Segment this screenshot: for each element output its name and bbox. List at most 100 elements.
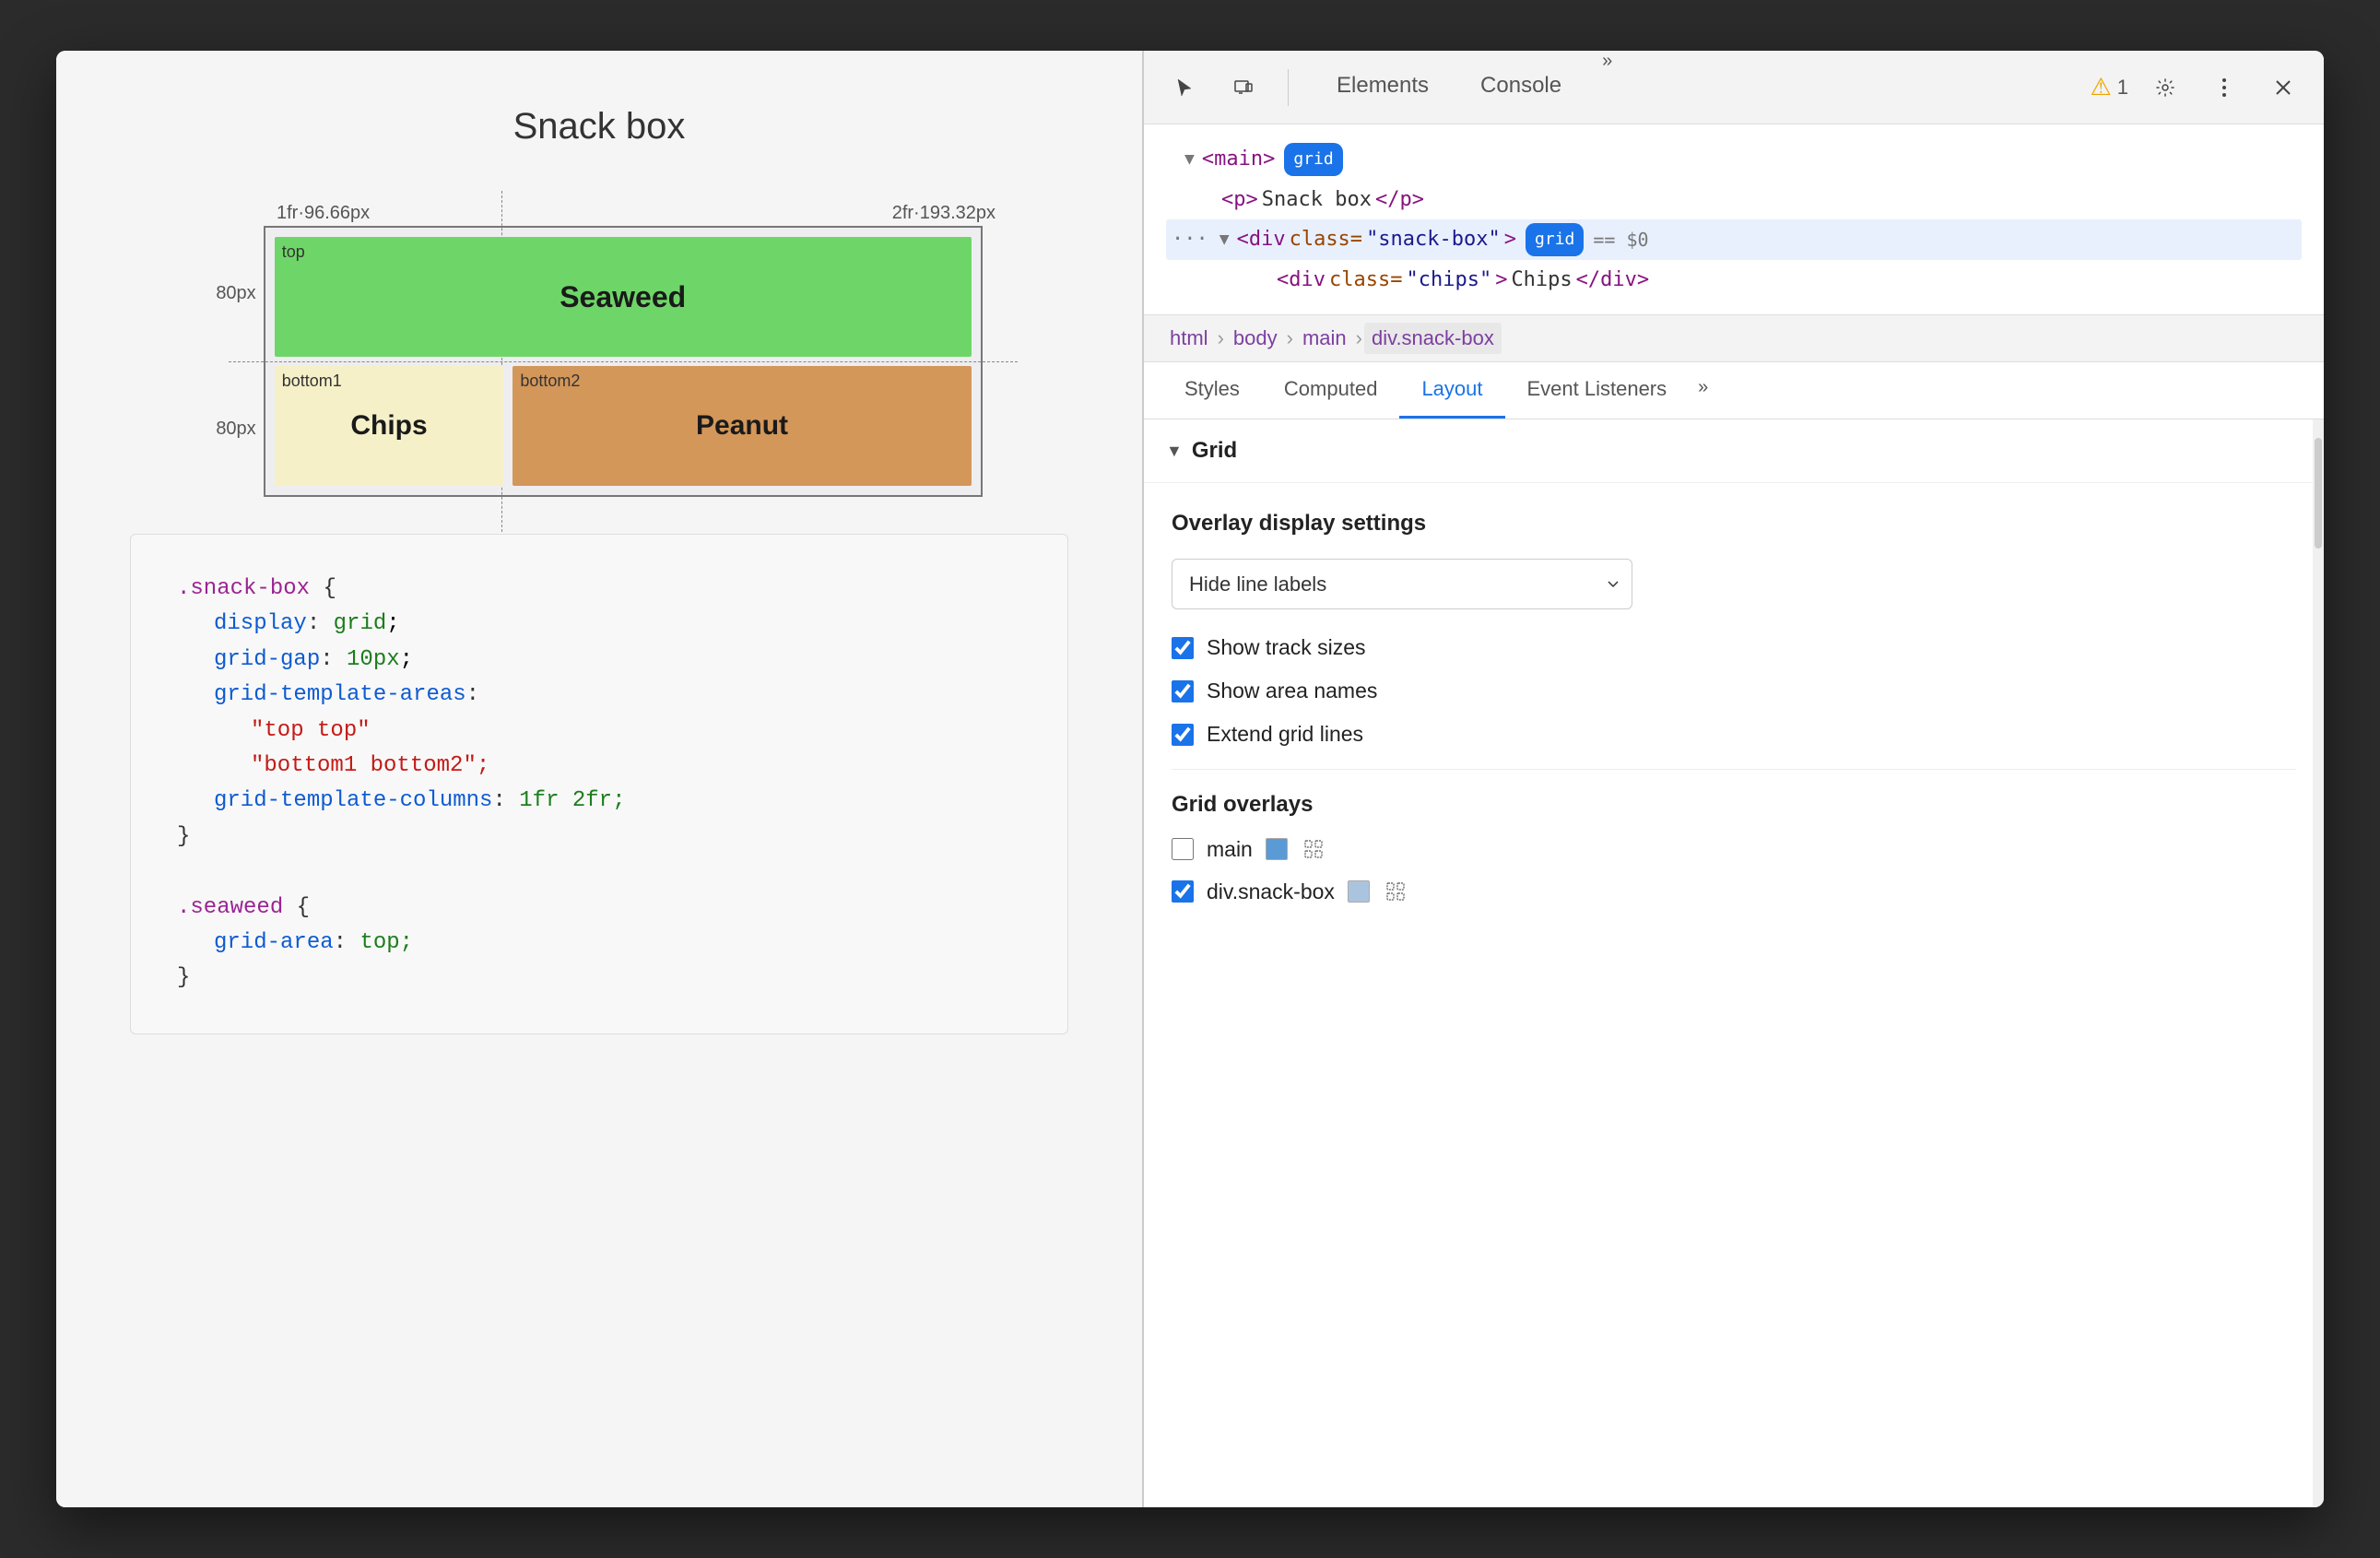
devtools-panel: Elements Console » ⚠ 1 [1144,51,2324,1507]
grid-cell-chips: bottom1 Chips [275,366,504,486]
cursor-icon-btn[interactable] [1162,65,1207,110]
checkbox-area-names-label: Show area names [1207,679,1377,703]
div-grid-badge: grid [1526,223,1584,256]
checkbox-area-names-row: Show area names [1172,679,2296,703]
main-grid-badge: grid [1284,143,1342,176]
checkbox-track-sizes-row: Show track sizes [1172,635,2296,660]
collapse-arrow-icon: ▼ [1166,442,1183,461]
code-class-2: .seaweed [177,895,283,920]
grid-visualization: 1fr·96.66px 2fr·193.32px 80px 80px top S… [130,203,1068,497]
code-val-gap: 10px [347,647,400,672]
grid-cell-seaweed: top Seaweed [275,237,972,357]
grid-row-label-2: 80px [216,419,255,440]
grid-box: top Seaweed bottom1 Chips bottom2 Peanut [264,226,983,497]
expand-main-icon[interactable]: ▼ [1184,145,1195,174]
more-tabs-btn[interactable]: » [1587,51,1627,124]
layout-section-body: Overlay display settings Hide line label… [1144,483,2324,949]
overlay-snackbox-checkbox[interactable] [1172,880,1194,903]
overlay-snackbox-color-swatch[interactable] [1348,880,1370,903]
page-title: Snack box [130,106,1068,148]
subtab-event-listeners[interactable]: Event Listeners [1505,362,1690,419]
dom-line-main[interactable]: ▼ <main> grid [1166,139,2302,180]
overlay-main-color-swatch[interactable] [1266,838,1288,860]
warning-badge: ⚠ 1 [2090,73,2128,101]
grid-cell-top-area-label: top [282,242,305,262]
grid-cell-bottom1-text: Chips [350,410,427,442]
expand-div-icon[interactable]: ▼ [1219,225,1230,254]
overlay-main-label: main [1207,837,1253,862]
scrollbar[interactable] [2313,419,2324,1507]
code-val-display: grid [334,611,387,636]
grid-cell-bottom1-area-label: bottom1 [282,372,342,391]
code-prop-display: display [214,611,307,636]
overlay-main-row: main [1172,836,2296,862]
grid-cell-top-text: Seaweed [560,280,686,314]
code-class-1: .snack-box [177,576,310,601]
checkbox-extend-lines-row: Extend grid lines [1172,722,2296,747]
code-prop-area: grid-area [214,930,334,955]
dom-line-p[interactable]: <p>Snack box</p> [1166,180,2302,220]
dom-line-chips[interactable]: <div class="chips">Chips</div> [1166,260,2302,301]
device-icon-btn[interactable] [1221,65,1266,110]
hide-line-labels-dropdown[interactable]: Hide line labels Show line numbers Show … [1172,559,1632,609]
code-areas-val1: "top top" [251,718,371,743]
divider [1172,769,2296,770]
close-btn[interactable] [2261,65,2305,110]
checkbox-track-sizes-label: Show track sizes [1207,635,1366,660]
grid-main: 80px 80px top Seaweed bottom1 Chips [216,226,982,497]
scrollbar-thumb[interactable] [2315,438,2322,549]
overlay-snackbox-label: div.snack-box [1207,879,1335,904]
dom-equals-sign: == $0 [1593,223,1648,256]
warning-count: 1 [2117,76,2128,100]
breadcrumb-div-snackbox[interactable]: div.snack-box [1364,323,1502,354]
grid-col-label-1: 1fr·96.66px [277,203,525,224]
code-areas-val2: "bottom1 bottom2"; [251,753,489,778]
grid-cell-bottom2-area-label: bottom2 [520,372,580,391]
checkbox-track-sizes[interactable] [1172,637,1194,659]
tab-console[interactable]: Console [1455,51,1587,124]
code-block: .snack-box { display: grid; grid-gap: 10… [130,534,1068,1034]
grid-row-label-1: 80px [216,283,255,304]
overlay-snackbox-row: div.snack-box [1172,879,2296,904]
more-options-btn[interactable] [2202,65,2246,110]
grid-section-title: Grid [1192,438,1237,464]
dom-tree: ▼ <main> grid <p>Snack box</p> ··· ▼ <di… [1144,124,2324,315]
checkbox-area-names[interactable] [1172,680,1194,702]
dom-line-div-snackbox[interactable]: ··· ▼ <div class="snack-box"> grid == $0 [1166,219,2302,260]
subtab-computed[interactable]: Computed [1262,362,1400,419]
tab-elements[interactable]: Elements [1311,51,1455,124]
settings-icon-btn[interactable] [2143,65,2187,110]
left-panel: Snack box 1fr·96.66px 2fr·193.32px 80px … [56,51,1144,1507]
toolbar-right: ⚠ 1 [2090,65,2305,110]
code-prop-gap: grid-gap [214,647,320,672]
overlay-main-checkbox[interactable] [1172,838,1194,860]
warning-icon: ⚠ [2090,73,2111,101]
toolbar-divider [1288,69,1289,106]
code-prop-cols: grid-template-columns [214,788,492,813]
three-dots-icon: ··· [1172,221,1208,258]
checkbox-extend-lines[interactable] [1172,724,1194,746]
devtools-subtabs: Styles Computed Layout Event Listeners » [1144,362,2324,419]
devtools-main-tabs: Elements Console » [1311,51,2075,124]
layout-panel: ▼ Grid Overlay display settings Hide lin… [1144,419,2324,1507]
grid-section-header[interactable]: ▼ Grid [1144,419,2324,483]
grid-cell-peanut: bottom2 Peanut [513,366,971,486]
grid-col-label-2: 2fr·193.32px [525,203,996,224]
checkbox-extend-lines-label: Extend grid lines [1207,722,1363,747]
overlay-snackbox-grid-icon[interactable] [1383,879,1408,904]
subtab-more[interactable]: » [1689,362,1717,419]
breadcrumb-body[interactable]: body [1226,323,1285,354]
code-val-cols: 1fr 2fr; [519,788,625,813]
breadcrumb-main[interactable]: main [1295,323,1354,354]
code-prop-areas: grid-template-areas [214,682,466,707]
subtab-styles[interactable]: Styles [1162,362,1262,419]
breadcrumb: html › body › main › div.snack-box [1144,315,2324,362]
code-val-area: top; [359,930,413,955]
grid-overlays-title: Grid overlays [1172,792,2296,818]
breadcrumb-html[interactable]: html [1162,323,1216,354]
grid-labels-top: 1fr·96.66px 2fr·193.32px [277,203,996,224]
overlay-settings-title: Overlay display settings [1172,511,2296,537]
overlay-main-grid-icon[interactable] [1301,836,1326,862]
grid-cell-bottom2-text: Peanut [696,410,788,442]
subtab-layout[interactable]: Layout [1399,362,1504,419]
